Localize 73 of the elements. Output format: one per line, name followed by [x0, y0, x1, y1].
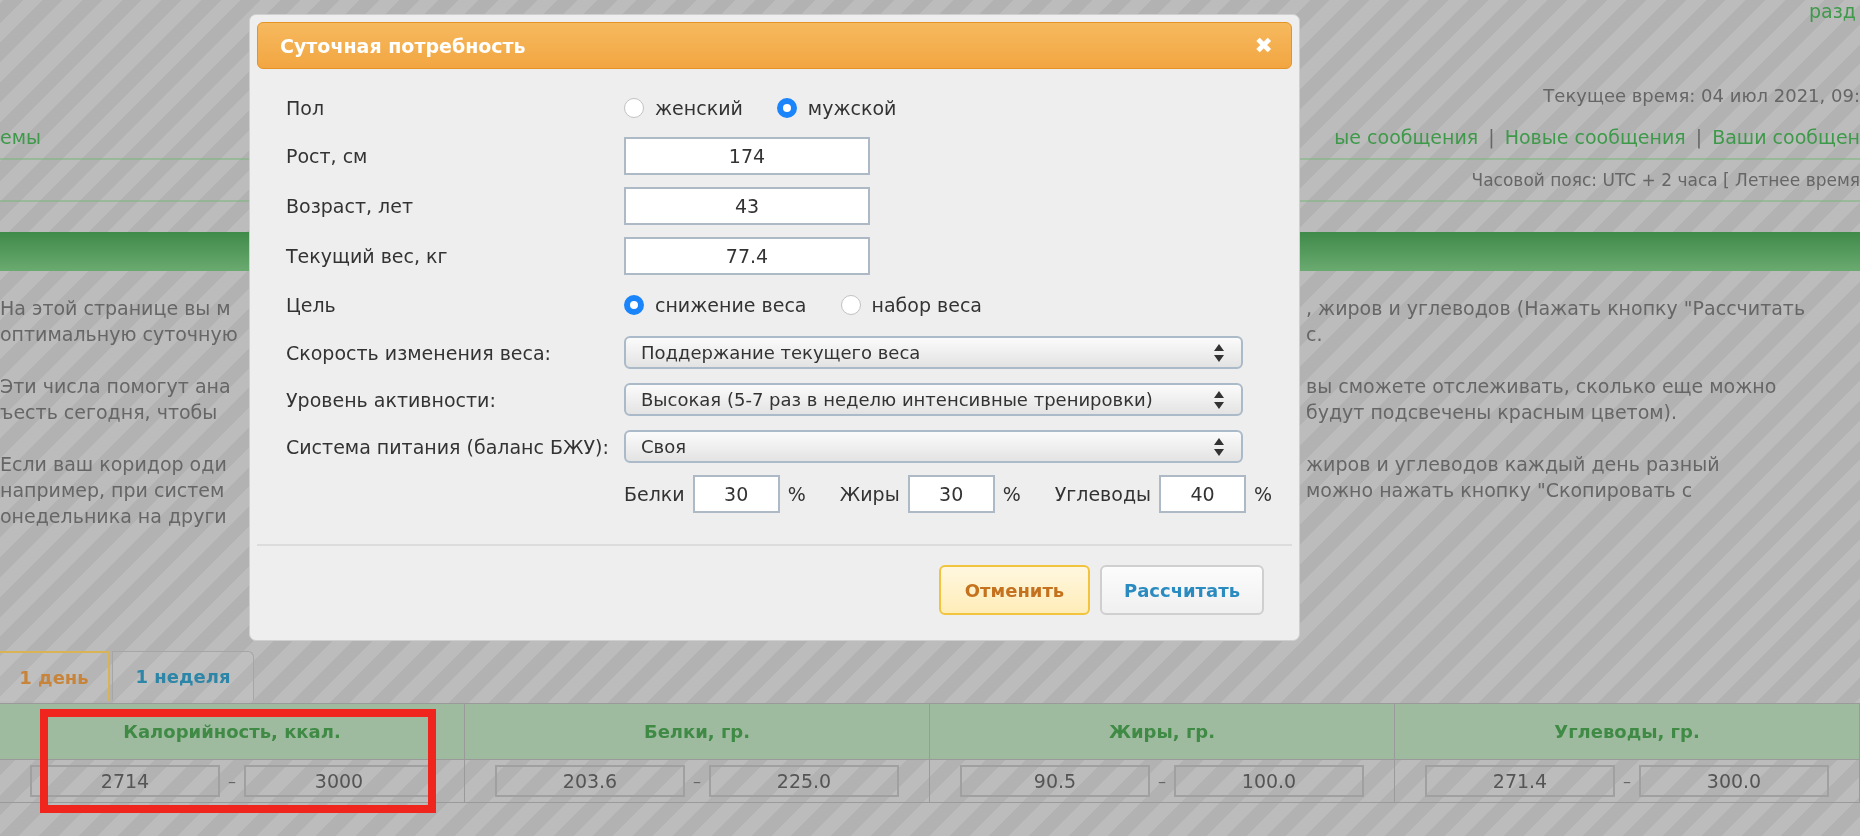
- intro-text: Эти числа помогут ана: [0, 375, 231, 397]
- radio-button[interactable]: [776, 97, 797, 118]
- nav-separator: |: [1695, 126, 1703, 148]
- percent-input[interactable]: 30: [907, 475, 995, 513]
- dialog-title: Суточная потребность: [280, 34, 526, 57]
- radio-label: женский: [655, 96, 743, 119]
- range-dash: –: [693, 771, 701, 791]
- intro-text: , жиров и углеводов (Нажать кнопку "Рассчитать: [1306, 297, 1806, 319]
- nav-link[interactable]: ые сообщения: [1334, 126, 1479, 148]
- field-label: Уровень активности:: [286, 388, 496, 411]
- dropdown-select[interactable]: Поддержание текущего веса: [624, 336, 1243, 369]
- max-value-field[interactable]: 300.0: [1639, 765, 1829, 797]
- column-header: Жиры, гр.: [930, 704, 1394, 760]
- intro-text: с.: [1306, 323, 1323, 345]
- radio-label: набор веса: [871, 294, 982, 316]
- nav-link[interactable]: Новые сообщения: [1504, 126, 1686, 148]
- field-label: Возраст, лет: [286, 195, 413, 217]
- intro-text: можно нажать кнопку "Скопировать с: [1306, 479, 1693, 501]
- intro-text: будут подсвечены красным цветом).: [1306, 401, 1678, 423]
- up-down-arrows-icon: [1213, 436, 1225, 457]
- range-dash: –: [1158, 771, 1166, 791]
- intro-text: оптимальную суточную: [0, 323, 238, 345]
- current-time-text: Текущее время: 04 июл 2021, 09:: [1543, 84, 1860, 106]
- number-input[interactable]: 174: [624, 137, 870, 175]
- number-input[interactable]: 77.4: [624, 237, 870, 275]
- intro-text: На этой странице вы м: [0, 297, 231, 319]
- field-label: Скорость изменения веса:: [286, 341, 551, 364]
- intro-text: вы сможете отслеживать, сколько еще можно: [1306, 375, 1777, 397]
- max-value-field[interactable]: 100.0: [1174, 765, 1364, 797]
- macro-label: Белки: [624, 483, 685, 505]
- radio-label: снижение веса: [655, 294, 807, 316]
- field-label: Текущий вес, кг: [286, 245, 448, 267]
- intro-text: жиров и углеводов каждый день разный: [1306, 453, 1720, 475]
- intro-text: ъесть сегодня, чтобы: [0, 401, 218, 423]
- period-tab[interactable]: 1 неделя: [112, 651, 254, 700]
- radio-button[interactable]: [624, 295, 644, 315]
- min-value-field[interactable]: 271.4: [1425, 765, 1615, 797]
- dialog-button[interactable]: Рассчитать: [1100, 565, 1264, 615]
- close-button[interactable]: ✖: [1254, 33, 1273, 58]
- min-value-field[interactable]: 203.6: [495, 765, 685, 797]
- min-value-field[interactable]: 90.5: [960, 765, 1150, 797]
- timezone-text: Часовой пояс: UTC + 2 часа [ Летнее время: [1471, 170, 1860, 190]
- min-value-field[interactable]: 2714: [30, 765, 220, 797]
- radio-button[interactable]: [624, 97, 644, 118]
- range-dash: –: [1623, 771, 1631, 791]
- percent-sign: %: [787, 483, 806, 505]
- percent-input[interactable]: 30: [692, 475, 780, 513]
- intro-text: например, при систем: [0, 479, 225, 501]
- field-label: Система питания (баланс БЖУ):: [286, 435, 609, 458]
- nav-link[interactable]: Ваши сообщен: [1712, 126, 1860, 148]
- intro-text: онедельника на други: [0, 505, 227, 527]
- up-down-arrows-icon: [1213, 342, 1225, 363]
- radio-label: мужской: [807, 96, 897, 119]
- max-value-field[interactable]: 225.0: [709, 765, 899, 797]
- field-label: Пол: [286, 96, 325, 119]
- dropdown-select[interactable]: Своя: [624, 430, 1243, 463]
- field-label: Цель: [286, 294, 336, 316]
- nav-separator: |: [1488, 126, 1495, 148]
- macro-label: Углеводы: [1054, 483, 1152, 505]
- percent-sign: %: [1002, 483, 1021, 505]
- macro-label: Жиры: [839, 483, 900, 505]
- column-header: Углеводы, гр.: [1395, 704, 1859, 760]
- percent-sign: %: [1254, 483, 1273, 505]
- intro-text: Если ваш коридор оди: [0, 453, 227, 475]
- number-input[interactable]: 43: [624, 187, 870, 225]
- percent-input[interactable]: 40: [1159, 475, 1247, 513]
- radio-button[interactable]: [840, 295, 861, 315]
- dropdown-select[interactable]: Высокая (5-7 раз в неделю интенсивные тренировки): [624, 383, 1243, 416]
- range-dash: –: [228, 771, 236, 791]
- up-down-arrows-icon: [1213, 389, 1225, 410]
- column-header: Белки, гр.: [465, 704, 929, 760]
- field-label: Рост, см: [286, 145, 368, 167]
- dialog-button[interactable]: Отменить: [939, 565, 1090, 615]
